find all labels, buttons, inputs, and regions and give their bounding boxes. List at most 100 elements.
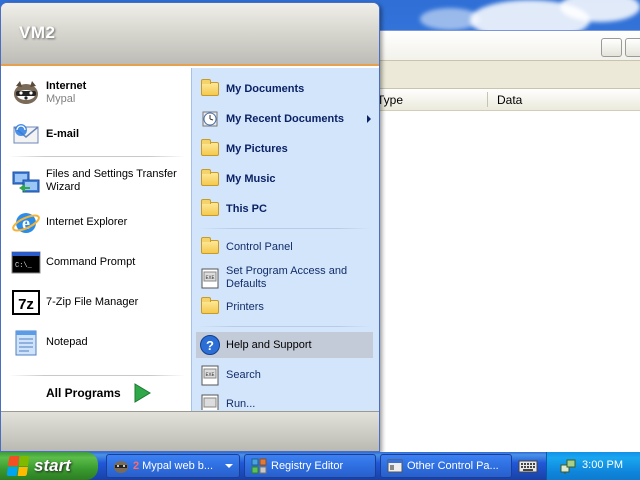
pinned-internet-sublabel: Mypal	[46, 93, 76, 105]
right-this-pc[interactable]: This PC	[199, 198, 267, 220]
taskbar-registry-editor-button[interactable]: Registry Editor	[244, 454, 376, 478]
my-music-label: My Music	[226, 172, 276, 185]
svg-text:EXE: EXE	[205, 275, 214, 281]
recent-transfer-wizard-label2: Wizard	[46, 181, 81, 193]
recent-internet-explorer[interactable]: e Internet Explorer	[10, 206, 127, 238]
all-programs-label: All Programs	[46, 386, 121, 400]
start-button[interactable]: start	[0, 452, 98, 480]
all-programs-button[interactable]: All Programs	[46, 383, 151, 403]
right-separator-1	[199, 228, 371, 229]
recent-command-prompt[interactable]: C:\_ Command Prompt	[10, 246, 135, 278]
printers-label: Printers	[226, 300, 264, 313]
my-documents-label: My Documents	[226, 82, 305, 95]
help-and-support-label: Help and Support	[226, 338, 312, 351]
help-icon: ?	[199, 334, 221, 356]
keyboard-icon[interactable]	[518, 457, 538, 475]
system-tray: 3:00 PM	[546, 452, 640, 480]
submenu-arrow-icon	[367, 115, 371, 123]
my-recent-documents-label: My Recent Documents	[226, 112, 344, 125]
pinned-email[interactable]: E-mail	[10, 118, 79, 150]
right-separator-2	[199, 326, 371, 327]
right-run[interactable]: Run...	[199, 393, 255, 410]
mypal-raccoon-icon	[10, 77, 42, 109]
recent-notepad[interactable]: Notepad	[10, 326, 88, 358]
mypal-raccoon-icon	[113, 458, 129, 474]
all-programs-separator	[9, 375, 185, 376]
column-type[interactable]: Type	[377, 93, 403, 107]
taskbar-mypal-button[interactable]: 2 Mypal web b...	[106, 454, 240, 478]
taskbar-control-panel-label: Other Control Pa...	[407, 460, 499, 472]
right-control-panel[interactable]: Control Panel	[199, 236, 293, 258]
cloud	[420, 8, 480, 30]
maximize-button[interactable]	[625, 38, 640, 57]
right-printers[interactable]: Printers	[199, 296, 264, 318]
7zip-icon: 7z	[10, 286, 42, 318]
column-divider[interactable]	[487, 92, 488, 107]
network-icon[interactable]	[559, 457, 577, 475]
right-my-music[interactable]: My Music	[199, 168, 276, 190]
printers-icon	[199, 296, 221, 318]
control-panel-icon	[199, 236, 221, 258]
pinned-email-label: E-mail	[46, 127, 80, 140]
control-panel-label: Control Panel	[226, 240, 293, 253]
recent-documents-icon	[199, 108, 221, 130]
transfer-wizard-icon	[10, 165, 42, 197]
right-my-recent-documents[interactable]: My Recent Documents	[199, 108, 371, 130]
recent-7zip-label: 7-Zip File Manager	[46, 295, 139, 308]
recent-transfer-wizard-label: Files and Settings Transfer	[46, 168, 177, 180]
program-access-icon: EXE	[199, 267, 221, 289]
set-program-access-line2: Defaults	[226, 278, 267, 290]
recent-notepad-label: Notepad	[46, 335, 88, 348]
my-pictures-icon	[199, 138, 221, 160]
svg-text:EXE: EXE	[205, 372, 214, 378]
start-menu-footer	[1, 411, 379, 451]
svg-text:C:\_: C:\_	[15, 262, 33, 270]
list-column-header: Type Data	[361, 89, 640, 111]
registry-editor-icon	[251, 458, 267, 474]
recent-7zip[interactable]: 7z 7-Zip File Manager	[10, 286, 138, 318]
my-pictures-label: My Pictures	[226, 142, 288, 155]
right-search[interactable]: EXE Search	[199, 364, 261, 386]
column-data[interactable]: Data	[497, 93, 522, 107]
user-name: VM2	[19, 23, 56, 42]
run-label: Run...	[226, 398, 256, 410]
notepad-icon	[10, 326, 42, 358]
window-titlebar[interactable]	[361, 31, 640, 61]
recent-internet-explorer-label: Internet Explorer	[46, 215, 128, 228]
right-my-pictures[interactable]: My Pictures	[199, 138, 288, 160]
command-prompt-icon: C:\_	[10, 246, 42, 278]
pinned-internet[interactable]: Internet Mypal	[10, 77, 86, 109]
this-pc-icon	[199, 198, 221, 220]
set-program-access-label: Set Program Access and Defaults	[226, 265, 347, 291]
pinned-internet-label: Internet	[46, 80, 87, 92]
control-panel-icon	[387, 458, 403, 474]
green-arrow-icon	[133, 383, 151, 403]
svg-text:7z: 7z	[18, 296, 34, 313]
svg-text:?: ?	[206, 338, 214, 353]
windows-logo-icon	[6, 456, 30, 476]
search-icon: EXE	[199, 364, 221, 386]
recent-command-prompt-label: Command Prompt	[46, 255, 136, 268]
taskbar-mypal-label: Mypal web b...	[142, 460, 214, 472]
clock[interactable]: 3:00 PM	[582, 459, 623, 471]
my-music-icon	[199, 168, 221, 190]
recent-transfer-wizard[interactable]: Files and Settings Transfer Wizard	[10, 165, 177, 197]
taskbar-registry-editor-label: Registry Editor	[271, 460, 344, 472]
chevron-down-icon	[225, 464, 233, 468]
right-my-documents[interactable]: My Documents	[199, 78, 304, 100]
start-label: start	[34, 456, 71, 475]
background-window[interactable]: Type Data	[360, 30, 640, 455]
right-help-and-support[interactable]: ? Help and Support	[196, 332, 373, 358]
this-pc-label: This PC	[226, 202, 267, 215]
right-set-program-access[interactable]: EXE Set Program Access and Defaults	[199, 265, 347, 291]
window-menubar	[361, 61, 640, 89]
internet-explorer-icon: e	[10, 206, 42, 238]
run-icon	[199, 393, 221, 410]
taskbar-group-count: 2	[133, 460, 140, 472]
my-documents-icon	[199, 78, 221, 100]
taskbar-control-panel-button[interactable]: Other Control Pa...	[380, 454, 512, 478]
start-menu-header: VM2	[1, 3, 379, 66]
set-program-access-line1: Set Program Access and	[226, 265, 348, 277]
minimize-button[interactable]	[601, 38, 622, 57]
email-icon	[10, 118, 42, 150]
